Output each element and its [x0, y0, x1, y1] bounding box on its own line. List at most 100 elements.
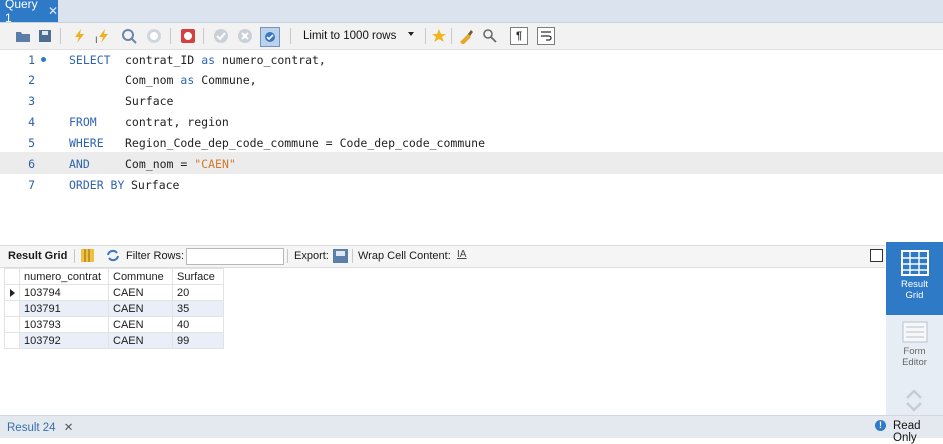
result-tabs-bar: Result 24 ✕ ! Read Only [0, 415, 943, 444]
commit-icon[interactable] [212, 27, 230, 45]
tab-query-1[interactable]: Query 1 ✕ [0, 0, 58, 25]
table-row[interactable]: 103793 CAEN 40 [4, 316, 224, 333]
table-cell[interactable]: 103792 [19, 332, 109, 349]
invisible-characters-icon[interactable]: ¶ [510, 27, 528, 45]
sql-keyword: AND [69, 157, 90, 171]
close-tab-icon[interactable]: ✕ [48, 4, 58, 18]
grid-layout-icon[interactable] [81, 249, 94, 265]
table-cell[interactable]: 40 [172, 316, 224, 333]
sql-editor[interactable]: 1 SELECT contrat_ID as numero_contrat, 2… [0, 50, 943, 240]
line-number: 1 [28, 53, 35, 67]
info-icon: ! [875, 420, 886, 431]
filter-rows-label: Filter Rows: [126, 250, 185, 262]
table-cell[interactable]: 103791 [19, 300, 109, 317]
refresh-filter-icon[interactable] [106, 249, 120, 265]
grid-header-row: numero_contrat Commune Surface [4, 268, 224, 285]
row-selector[interactable] [4, 332, 20, 349]
table-row[interactable]: 103792 CAEN 99 [4, 332, 224, 349]
svg-text:I: I [95, 36, 98, 44]
filter-rows-input[interactable] [186, 248, 284, 265]
sql-keyword: ORDER BY [69, 178, 125, 192]
sql-code: Com_nom as Commune, [125, 73, 257, 87]
export-label: Export: [294, 250, 329, 262]
form-editor-button[interactable]: Form Editor [886, 315, 943, 385]
autocommit-toggle-icon[interactable] [260, 27, 280, 47]
result-grid-label[interactable]: Result Grid [8, 250, 67, 262]
row-selector[interactable] [4, 300, 20, 317]
beautify-brush-icon[interactable] [457, 27, 475, 45]
toolbar-divider [451, 28, 452, 44]
result-grid: numero_contrat Commune Surface 103794 CA… [4, 268, 224, 349]
current-row-icon [10, 289, 15, 297]
toolbar-divider [287, 249, 288, 263]
result-grid-button[interactable]: Result Grid [886, 242, 943, 315]
result-tab-label: Result 24 [7, 422, 56, 434]
table-cell[interactable]: 99 [172, 332, 224, 349]
editor-line: 1 SELECT contrat_ID as numero_contrat, [0, 51, 943, 69]
explain-icon[interactable] [120, 27, 138, 45]
toggle-panel-icon[interactable] [870, 249, 883, 262]
row-selector[interactable] [4, 316, 20, 333]
stop-icon[interactable] [145, 27, 163, 45]
row-selector[interactable] [4, 284, 20, 301]
sql-editor-toolbar: I Limit to 1000 rows ¶ [0, 23, 943, 50]
table-cell[interactable]: CAEN [108, 300, 173, 317]
form-editor-btn-label-1: Form [903, 346, 926, 357]
table-cell[interactable]: CAEN [108, 284, 173, 301]
close-result-tab-icon[interactable]: ✕ [64, 422, 74, 434]
table-row[interactable]: 103791 CAEN 35 [4, 300, 224, 317]
statement-marker-icon [41, 57, 46, 62]
result-side-panel: Result Grid Form Editor [886, 242, 943, 415]
save-icon[interactable] [36, 27, 54, 45]
find-icon[interactable] [481, 27, 499, 45]
editor-line: 5 WHERE Region_Code_dep_code_commune = C… [0, 134, 943, 152]
sql-code: Com_nom = "CAEN" [125, 157, 236, 171]
execute-icon[interactable] [70, 27, 88, 45]
sql-code: Surface [125, 94, 174, 108]
toggle-stop-on-error-icon[interactable] [179, 27, 197, 45]
wrap-cell-icon[interactable]: IA [457, 249, 466, 260]
result-grid-btn-label-2: Grid [905, 290, 924, 301]
editor-line: 7 ORDER BY Surface [0, 176, 943, 194]
form-editor-icon [902, 321, 927, 343]
table-cell[interactable]: CAEN [108, 332, 173, 349]
export-icon[interactable] [333, 249, 348, 266]
line-number: 3 [28, 94, 35, 108]
read-only-status: Read Only [893, 420, 921, 444]
table-cell[interactable]: 35 [172, 300, 224, 317]
limit-rows-select[interactable]: Limit to 1000 rows [298, 26, 420, 45]
column-header[interactable]: Commune [108, 268, 173, 285]
column-header[interactable]: Surface [172, 268, 224, 285]
execute-current-statement-icon[interactable]: I [94, 27, 112, 45]
word-wrap-icon[interactable] [537, 27, 555, 45]
sql-code: Surface [131, 178, 180, 192]
table-cell[interactable]: CAEN [108, 316, 173, 333]
table-cell[interactable]: 103794 [19, 284, 109, 301]
line-number: 7 [28, 178, 35, 192]
toolbar-divider [74, 249, 75, 263]
scroll-down-icon[interactable] [906, 401, 922, 415]
table-cell[interactable]: 20 [172, 284, 224, 301]
result-tab[interactable]: Result 24 ✕ [7, 420, 73, 434]
add-snippet-star-icon[interactable] [430, 27, 448, 45]
sql-code: contrat, region [125, 115, 229, 129]
tab-title: Query 1 [5, 0, 38, 25]
row-selector-header [4, 268, 20, 285]
sql-code: Region_Code_dep_code_commune = Code_dep_… [125, 136, 486, 150]
sql-keyword: FROM [69, 115, 97, 129]
query-tab-bar: Query 1 ✕ [0, 0, 943, 25]
rollback-icon[interactable] [236, 27, 254, 45]
table-cell[interactable]: 103793 [19, 316, 109, 333]
column-header[interactable]: numero_contrat [19, 268, 109, 285]
sql-code: contrat_ID as numero_contrat, [125, 53, 326, 67]
toolbar-divider [352, 249, 353, 263]
table-row[interactable]: 103794 CAEN 20 [4, 284, 224, 301]
toolbar-divider [60, 28, 61, 44]
line-number: 2 [28, 73, 35, 87]
scroll-up-icon[interactable] [906, 388, 922, 402]
editor-line: 3 Surface [0, 92, 943, 110]
open-file-icon[interactable] [14, 27, 32, 45]
toolbar-divider [203, 28, 204, 44]
toolbar-divider [425, 28, 426, 44]
line-number: 6 [28, 157, 35, 171]
